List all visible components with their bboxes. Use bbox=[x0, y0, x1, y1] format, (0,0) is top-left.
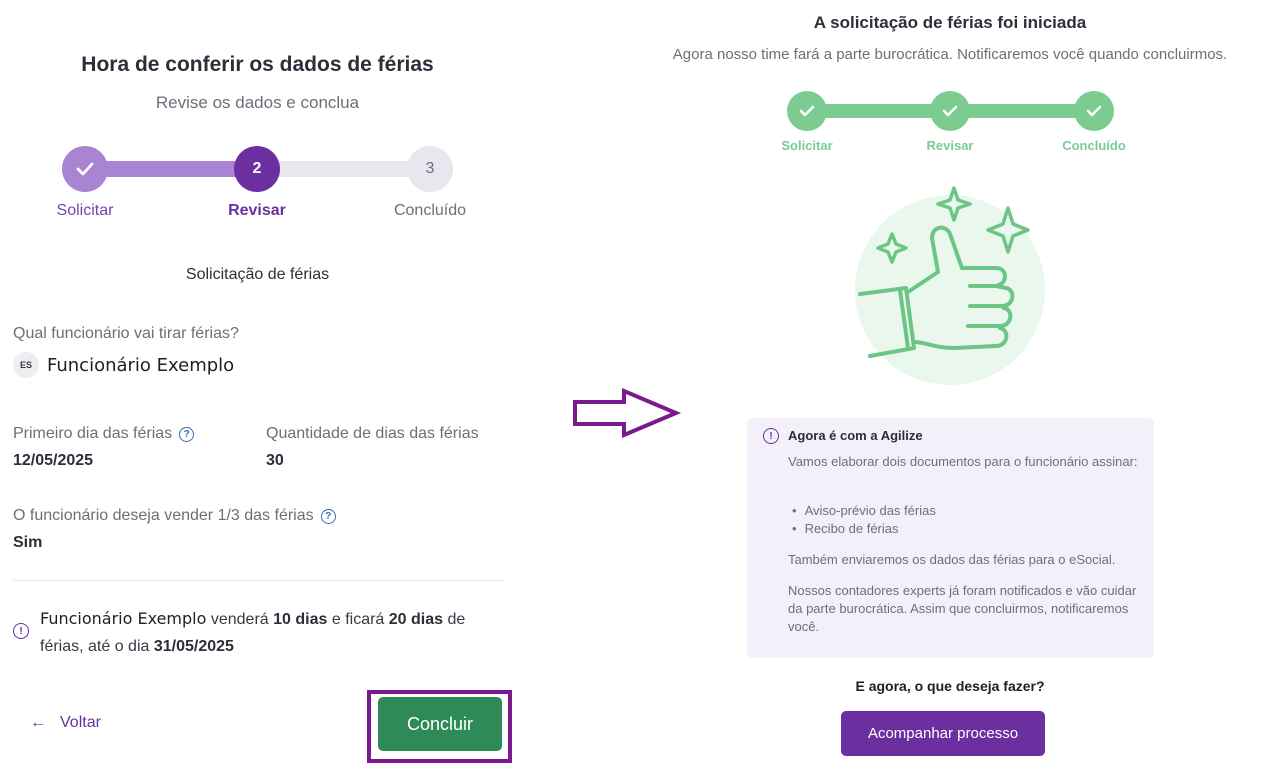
sell-third-label-text: O funcionário deseja vender 1/3 das féri… bbox=[13, 507, 314, 524]
info-circle-icon: ! bbox=[13, 623, 29, 639]
next-question: E agora, o que deseja fazer? bbox=[855, 678, 1045, 694]
divider bbox=[13, 580, 503, 581]
employee-name: Funcionário Exemplo bbox=[47, 354, 235, 376]
sell-third-value: Sim bbox=[13, 534, 43, 551]
step-1-label: Solicitar bbox=[56, 202, 114, 219]
done-step-2-label: Revisar bbox=[926, 138, 974, 153]
back-button[interactable]: ← Voltar bbox=[30, 714, 101, 732]
done-panel: A solicitação de férias foi iniciada Ago… bbox=[640, 0, 1260, 769]
step-2-circle: 2 bbox=[234, 146, 280, 192]
step-3-circle: 3 bbox=[407, 146, 453, 192]
section-title: Solicitação de férias bbox=[185, 266, 330, 283]
done-step-1-circle bbox=[787, 91, 827, 131]
documents-list: Aviso-prévio das férias Recibo de férias bbox=[788, 502, 1143, 538]
info-title: Agora é com a Agilize bbox=[788, 428, 923, 443]
summary-part1: venderá bbox=[210, 611, 269, 628]
sell-third-label: O funcionário deseja vender 1/3 das féri… bbox=[13, 507, 336, 525]
list-item: Aviso-prévio das férias bbox=[788, 502, 1143, 520]
info-intro: Vamos elaborar dois documentos para o fu… bbox=[788, 454, 1138, 469]
back-button-label: Voltar bbox=[60, 714, 101, 731]
stepper-bar-done bbox=[85, 161, 257, 177]
thumbs-up-illustration bbox=[855, 186, 1045, 385]
check-icon bbox=[1086, 105, 1102, 117]
first-day-value: 12/05/2025 bbox=[13, 452, 94, 469]
conclude-button[interactable]: Concluir bbox=[378, 697, 502, 751]
done-stepper: Solicitar Revisar Concluído bbox=[640, 90, 1260, 160]
done-step-1-label: Solicitar bbox=[781, 138, 833, 153]
done-step-2-circle bbox=[930, 91, 970, 131]
stepper-bar-pending bbox=[257, 161, 430, 177]
arrow-left-icon: ← bbox=[30, 714, 46, 731]
avatar: ES bbox=[13, 352, 39, 378]
summary-part2: e ficará bbox=[331, 611, 385, 628]
employee-question-text: Qual funcionário vai tirar férias? bbox=[13, 325, 239, 342]
employee-row: ES Funcionário Exemplo bbox=[13, 352, 234, 378]
check-icon bbox=[942, 105, 958, 117]
employee-question: Qual funcionário vai tirar férias? bbox=[13, 325, 239, 343]
step-1-circle bbox=[62, 146, 108, 192]
info-esocial: Também enviaremos os dados das férias pa… bbox=[788, 552, 1116, 567]
summary-text: Funcionário Exemplo venderá 10 dias e fi… bbox=[40, 605, 505, 660]
check-icon bbox=[799, 105, 815, 117]
progress-stepper: 2 3 Solicitar Revisar Concluído bbox=[0, 145, 515, 225]
summary-employee: Funcionário Exemplo bbox=[40, 609, 207, 628]
help-circle-icon[interactable]: ? bbox=[179, 426, 195, 442]
step-3-label: Concluído bbox=[393, 202, 467, 219]
track-process-button[interactable]: Acompanhar processo bbox=[841, 711, 1045, 756]
done-subtitle: Agora nosso time fará a parte burocrátic… bbox=[672, 46, 1228, 63]
first-day-label: Primeiro dia das férias ? bbox=[13, 425, 195, 443]
first-day-label-text: Primeiro dia das férias bbox=[13, 425, 173, 442]
info-closing: Nossos contadores experts já foram notif… bbox=[788, 583, 1137, 634]
summary-kept-days: 20 dias bbox=[388, 611, 444, 628]
days-count-value: 30 bbox=[266, 452, 284, 469]
days-count-label-text: Quantidade de dias das férias bbox=[266, 425, 479, 442]
summary-end-date: 31/05/2025 bbox=[153, 638, 234, 655]
info-card: ! Agora é com a Agilize Vamos elaborar d… bbox=[747, 418, 1154, 658]
page-subtitle: Revise os dados e conclua bbox=[155, 93, 360, 112]
done-step-3-circle bbox=[1074, 91, 1114, 131]
list-item: Recibo de férias bbox=[788, 520, 1143, 538]
step-2-label: Revisar bbox=[228, 202, 286, 219]
days-count-label: Quantidade de dias das férias bbox=[266, 425, 479, 443]
help-circle-icon[interactable]: ? bbox=[320, 508, 336, 524]
summary-sold-days: 10 dias bbox=[273, 611, 328, 628]
check-icon bbox=[76, 162, 94, 176]
done-title: A solicitação de férias foi iniciada bbox=[813, 13, 1087, 32]
page-title: Hora de conferir os dados de férias bbox=[81, 53, 434, 76]
info-circle-icon: ! bbox=[763, 428, 779, 444]
done-step-3-label: Concluído bbox=[1062, 138, 1126, 153]
review-panel: Hora de conferir os dados de férias Revi… bbox=[0, 0, 515, 769]
